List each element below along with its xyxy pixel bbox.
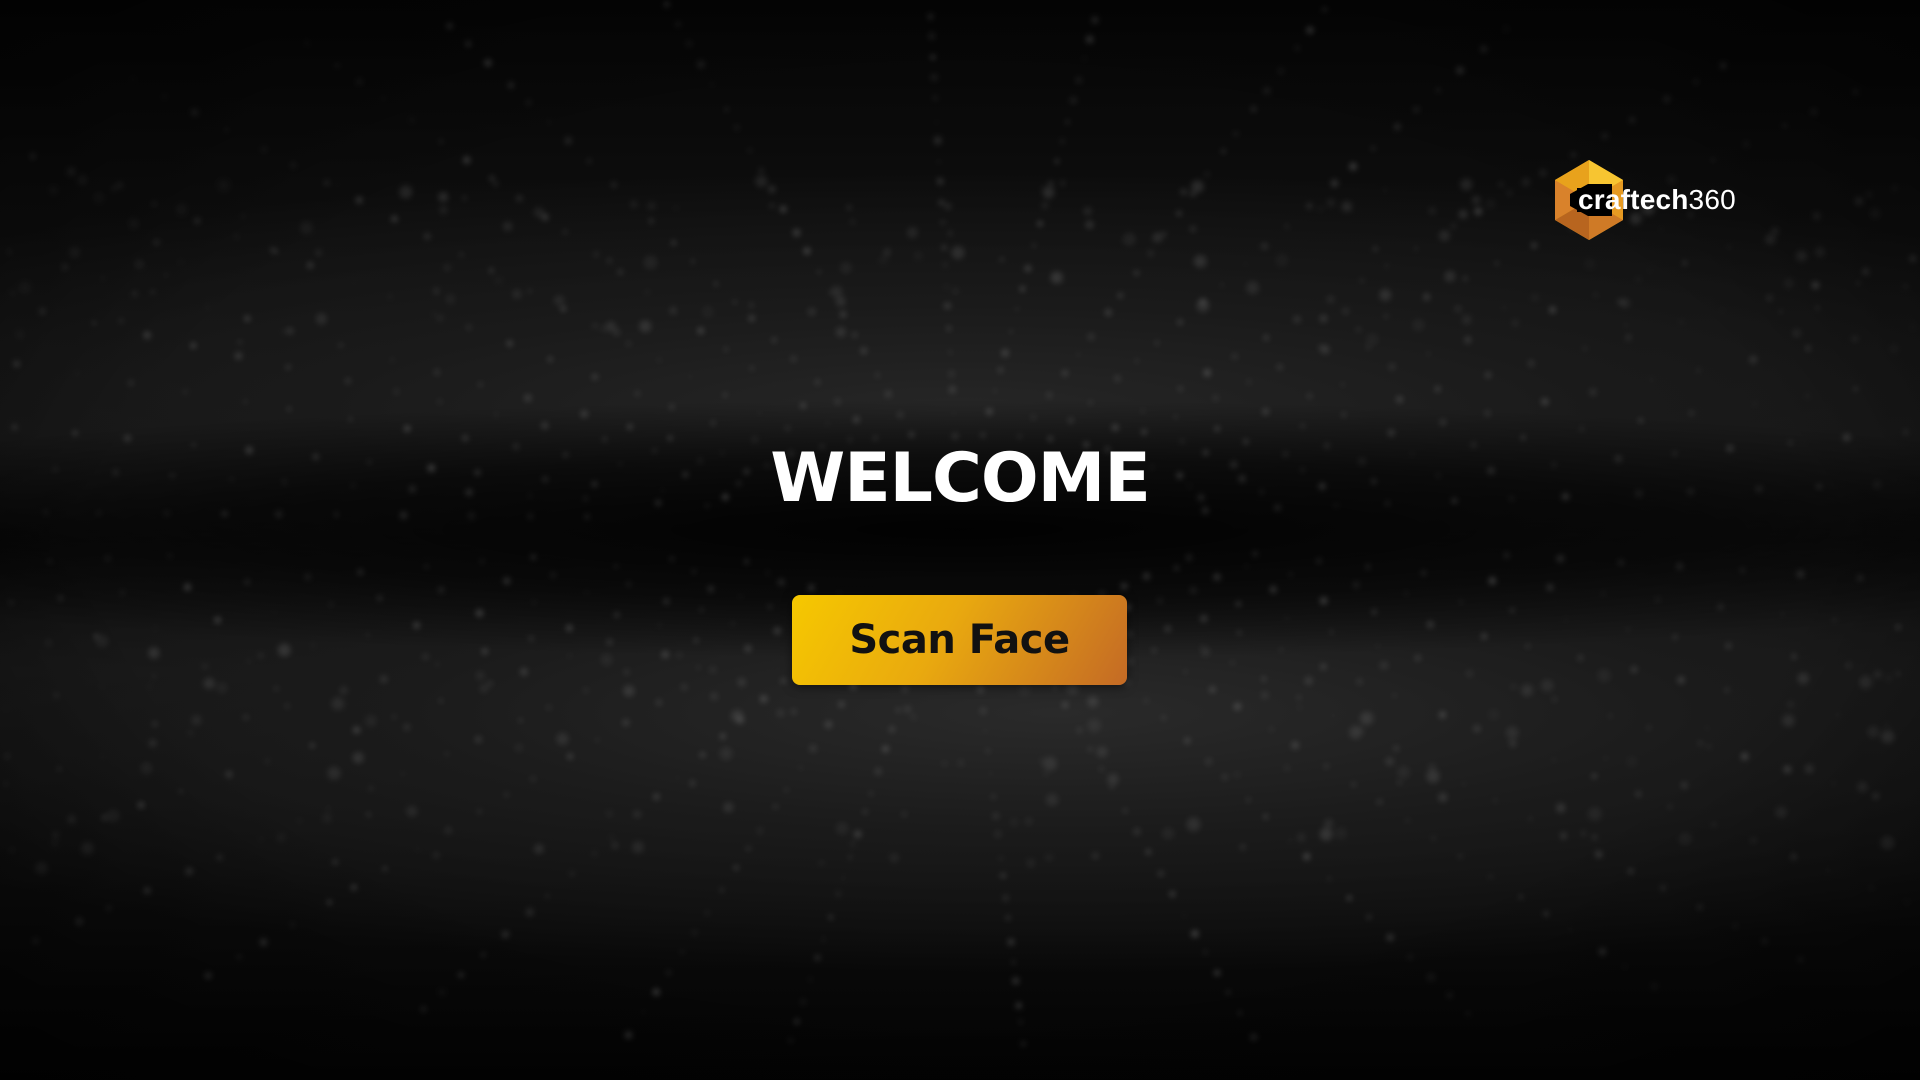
- brand-name-bold: craftech: [1578, 184, 1689, 215]
- brand-name: craftech360: [1578, 184, 1736, 216]
- welcome-screen: craftech360 WELCOME Scan Face: [0, 0, 1920, 1080]
- scan-face-button-label: Scan Face: [849, 617, 1070, 663]
- brand-name-light: 360: [1688, 184, 1736, 215]
- scan-face-button[interactable]: Scan Face: [792, 595, 1127, 685]
- welcome-title: WELCOME: [770, 439, 1151, 518]
- brand-logo: craftech360: [1552, 158, 1736, 242]
